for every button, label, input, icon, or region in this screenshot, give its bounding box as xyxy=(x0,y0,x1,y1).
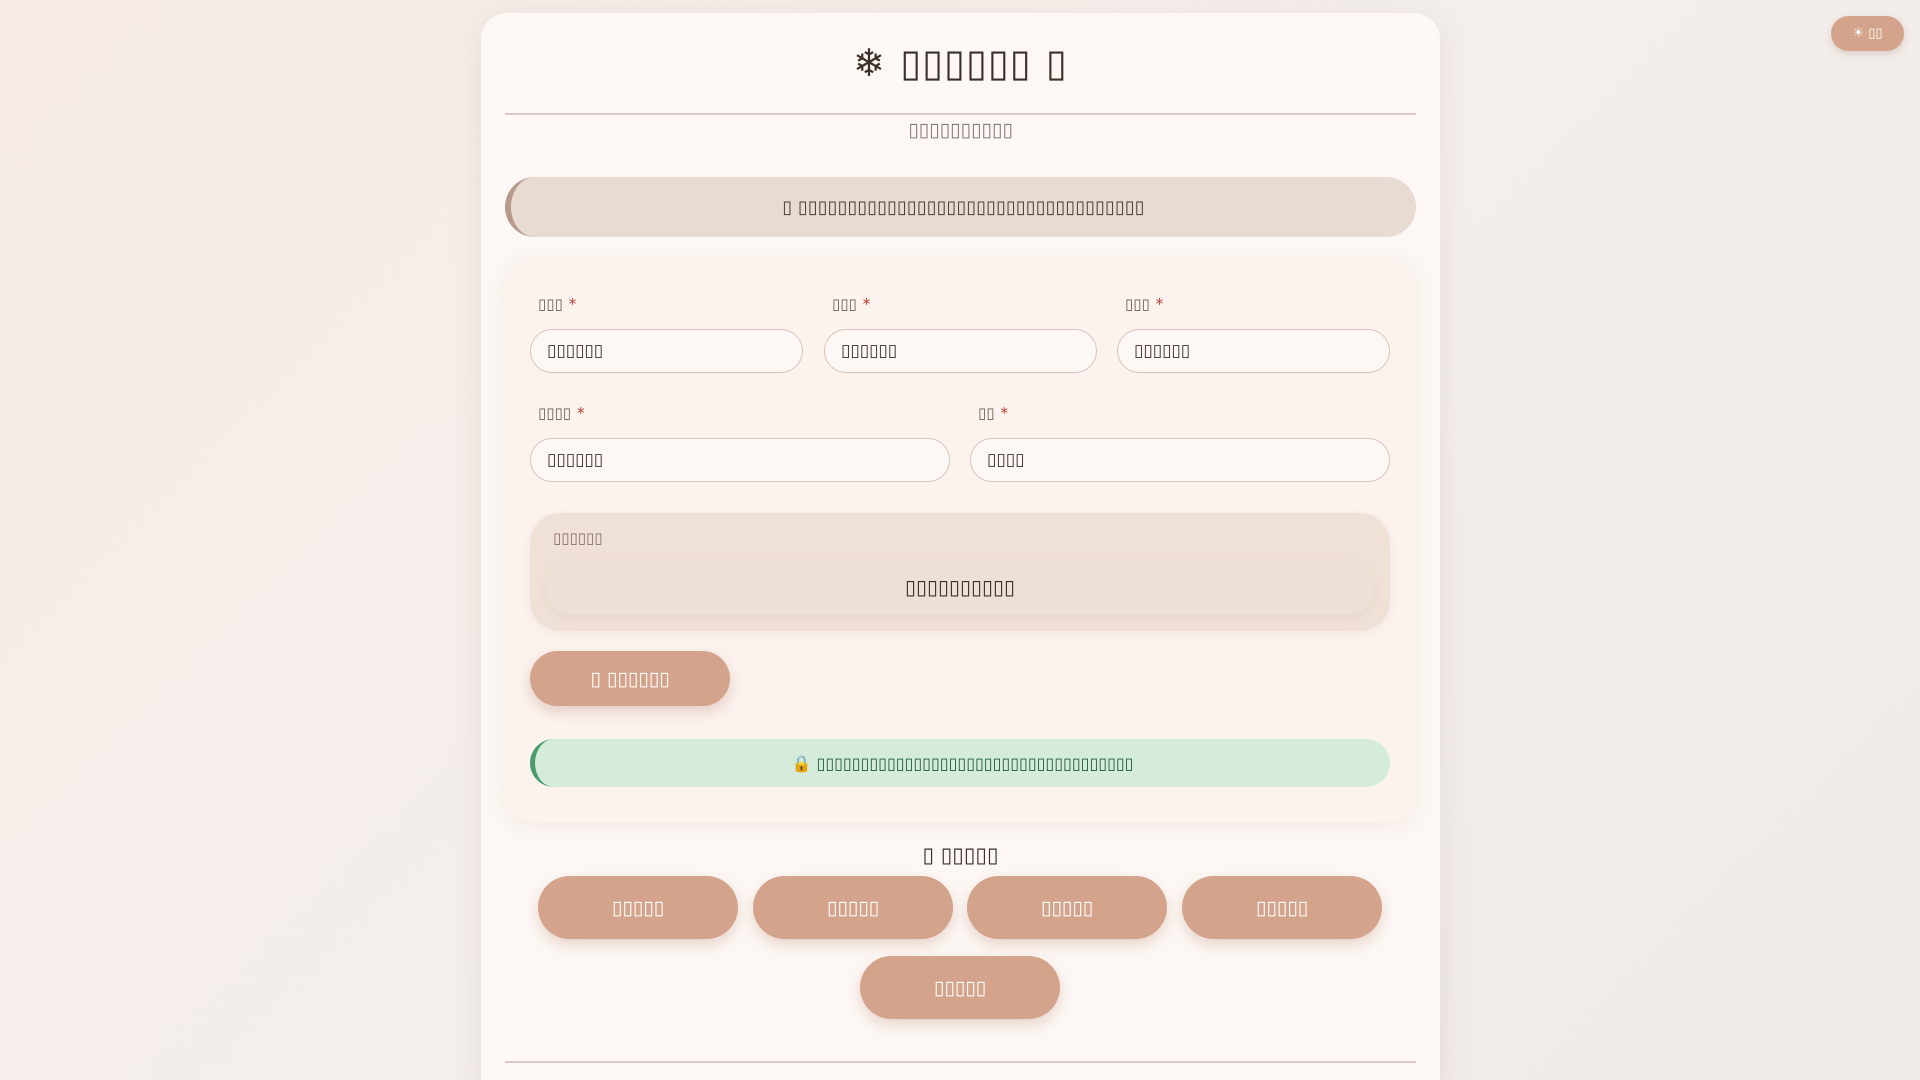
field-4-label: ▯▯▯▯ * xyxy=(538,404,585,422)
info-notice: ▯ ▯▯▯▯▯▯▯▯▯▯▯▯▯▯▯▯▯▯▯▯▯▯▯▯▯▯▯▯▯▯▯▯▯▯▯ xyxy=(505,177,1416,237)
convert-button[interactable]: ▯ ▯▯▯▯▯▯ xyxy=(530,651,730,706)
field-5: ▯▯ * ▯▯▯▯ xyxy=(970,404,1390,482)
related-tool-label: ▯▯▯▯▯ xyxy=(933,976,987,999)
required-mark: * xyxy=(862,295,871,313)
related-tool-button[interactable]: ▯▯▯▯▯ xyxy=(967,876,1167,939)
field-5-select[interactable]: ▯▯▯▯ xyxy=(970,438,1390,482)
field-1-input[interactable]: ▯▯▯▯▯▯ xyxy=(530,329,803,373)
result-label: ▯▯▯▯▯▯ xyxy=(553,529,603,547)
field-3: ▯▯▯ * ▯▯▯▯▯▯ xyxy=(1117,295,1390,373)
related-tool-label: ▯▯▯▯▯ xyxy=(1255,896,1309,919)
privacy-notice-text: 🔒 ▯▯▯▯▯▯▯▯▯▯▯▯▯▯▯▯▯▯▯▯▯▯▯▯▯▯▯▯▯▯▯▯▯▯▯▯ xyxy=(791,753,1134,773)
related-tool-button[interactable]: ▯▯▯▯▯ xyxy=(1182,876,1382,939)
field-2: ▯▯▯ * ▯▯▯▯▯▯ xyxy=(824,295,1097,373)
footer-divider xyxy=(505,1061,1416,1063)
field-2-label: ▯▯▯ * xyxy=(832,295,871,313)
field-4-input[interactable]: ▯▯▯▯▯▯ xyxy=(530,438,950,482)
page-subtitle: ▯▯▯▯▯▯▯▯▯▯ xyxy=(908,119,1013,141)
field-3-input[interactable]: ▯▯▯▯▯▯ xyxy=(1117,329,1390,373)
field-2-value: ▯▯▯▯▯▯ xyxy=(841,341,898,361)
related-tool-label: ▯▯▯▯▯ xyxy=(826,896,880,919)
main-container: ❄ ▯▯▯▯▯▯ ▯ ▯▯▯▯▯▯▯▯▯▯ ▯ ▯▯▯▯▯▯▯▯▯▯▯▯▯▯▯▯… xyxy=(481,13,1440,1080)
field-1: ▯▯▯ * ▯▯▯▯▯▯ xyxy=(530,295,803,373)
field-3-value: ▯▯▯▯▯▯ xyxy=(1134,341,1191,361)
field-3-label: ▯▯▯ * xyxy=(1125,295,1164,313)
theme-toggle-button[interactable]: ☀ ▯▯ xyxy=(1831,16,1904,51)
page-title: ❄ ▯▯▯▯▯▯ ▯ xyxy=(853,41,1068,85)
theme-toggle-label: ☀ ▯▯ xyxy=(1852,26,1883,41)
related-tools-title: ▯ ▯▯▯▯▯ xyxy=(922,843,999,867)
related-tool-button[interactable]: ▯▯▯▯▯ xyxy=(538,876,738,939)
field-5-value: ▯▯▯▯ xyxy=(987,450,1025,470)
field-1-value: ▯▯▯▯▯▯ xyxy=(547,341,604,361)
result-value: ▯▯▯▯▯▯▯▯▯▯ xyxy=(546,559,1374,615)
related-tool-label: ▯▯▯▯▯ xyxy=(611,896,665,919)
field-5-label: ▯▯ * xyxy=(978,404,1009,422)
required-mark: * xyxy=(568,295,577,313)
required-mark: * xyxy=(1155,295,1164,313)
field-4: ▯▯▯▯ * ▯▯▯▯▯▯ xyxy=(530,404,950,482)
convert-button-label: ▯ ▯▯▯▯▯▯ xyxy=(590,667,670,690)
field-4-value: ▯▯▯▯▯▯ xyxy=(547,450,604,470)
field-2-input[interactable]: ▯▯▯▯▯▯ xyxy=(824,329,1097,373)
related-tool-button[interactable]: ▯▯▯▯▯ xyxy=(860,956,1060,1019)
required-mark: * xyxy=(1000,404,1009,422)
info-notice-text: ▯ ▯▯▯▯▯▯▯▯▯▯▯▯▯▯▯▯▯▯▯▯▯▯▯▯▯▯▯▯▯▯▯▯▯▯▯ xyxy=(782,196,1145,218)
related-tool-label: ▯▯▯▯▯ xyxy=(1040,896,1094,919)
related-tool-button[interactable]: ▯▯▯▯▯ xyxy=(753,876,953,939)
privacy-notice: 🔒 ▯▯▯▯▯▯▯▯▯▯▯▯▯▯▯▯▯▯▯▯▯▯▯▯▯▯▯▯▯▯▯▯▯▯▯▯ xyxy=(530,739,1390,787)
field-1-label: ▯▯▯ * xyxy=(538,295,577,313)
title-divider xyxy=(505,113,1416,115)
required-mark: * xyxy=(577,404,585,422)
form-card: ▯▯▯ * ▯▯▯▯▯▯ ▯▯▯ * ▯▯▯▯▯▯ ▯▯▯ * ▯▯▯▯▯▯ ▯▯▯▯… xyxy=(505,258,1416,822)
result-panel: ▯▯▯▯▯▯ ▯▯▯▯▯▯▯▯▯▯ xyxy=(530,513,1390,631)
